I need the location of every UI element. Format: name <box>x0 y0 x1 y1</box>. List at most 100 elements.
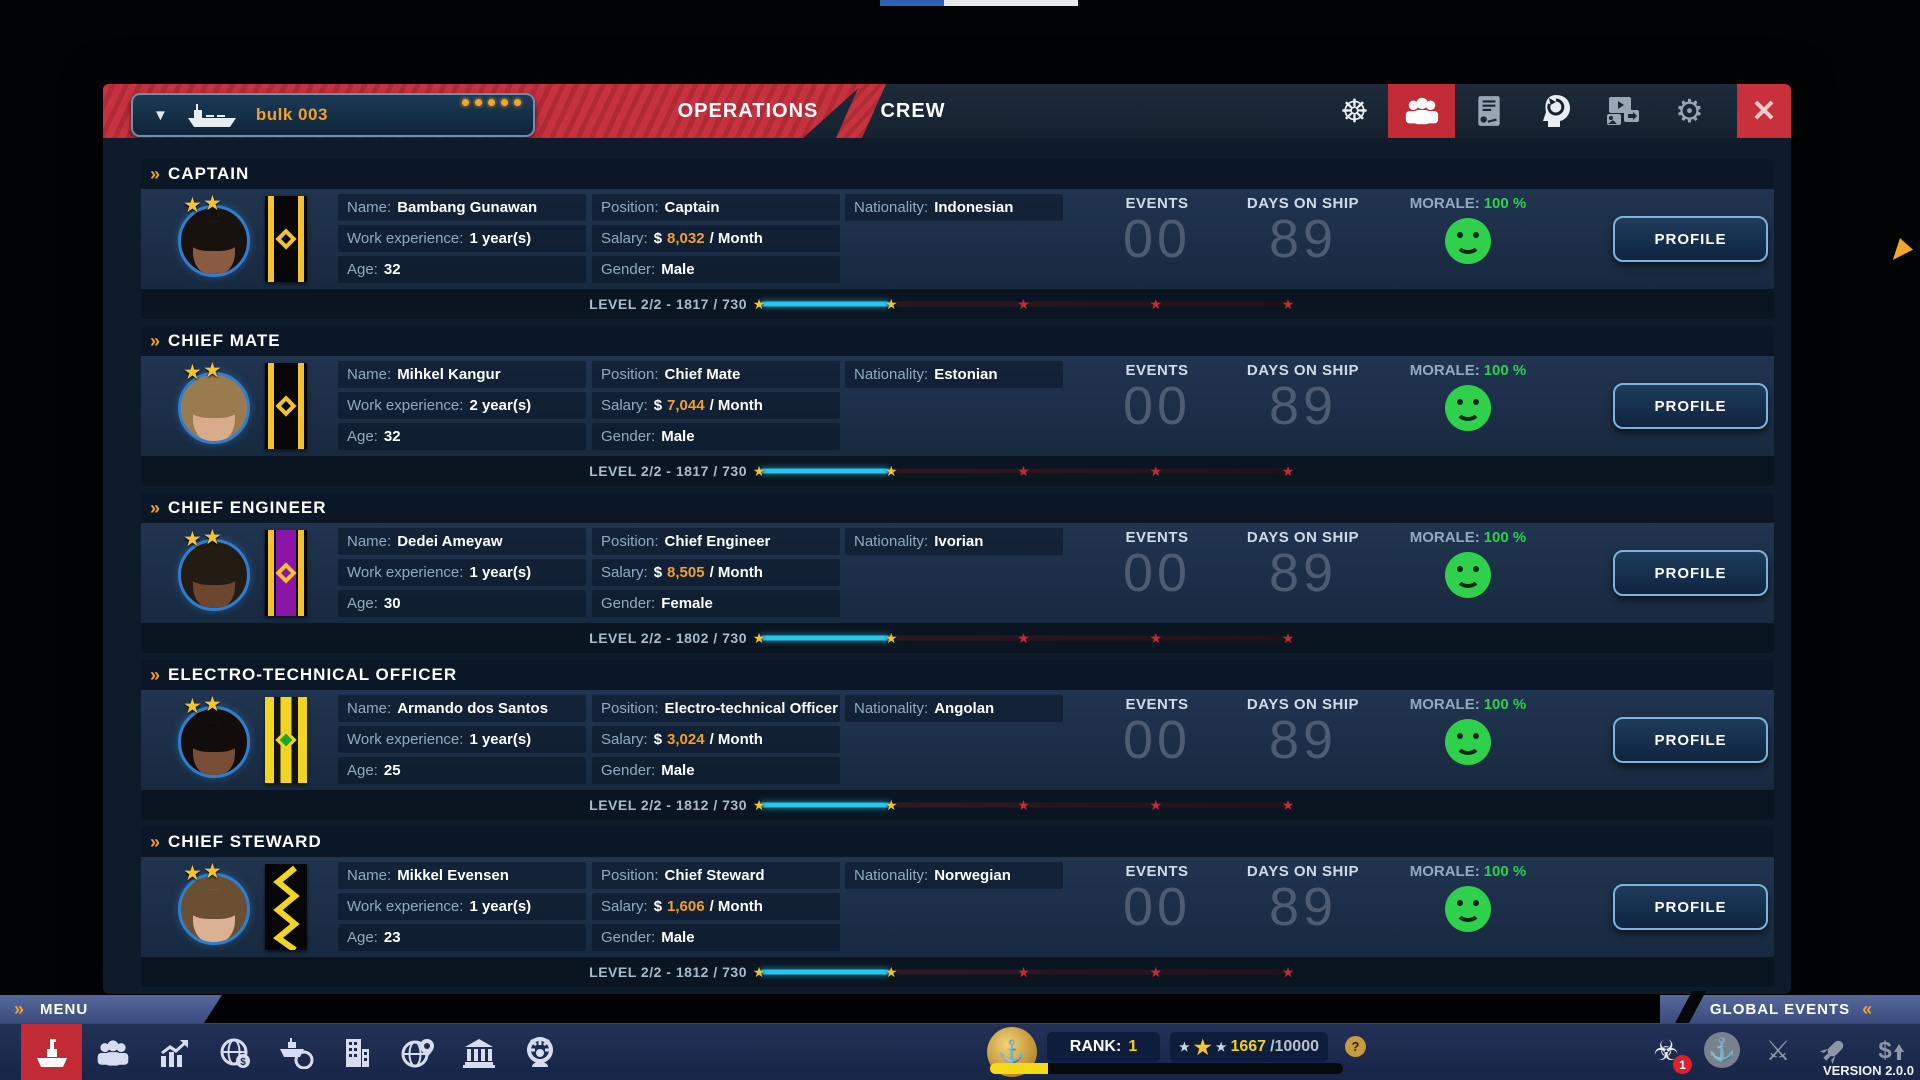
crew-position: Chief Engineer <box>665 533 771 550</box>
position-field: Position: Electro-technical Officer <box>592 695 840 722</box>
media-icon-glyph <box>1605 96 1641 126</box>
crew-age: 30 <box>384 595 401 612</box>
bottom-bar: » MENU GLOBAL EVENTS « $ <box>0 995 1920 1080</box>
morale-value: 100 % <box>1484 195 1527 212</box>
events-value: 00 <box>1087 880 1227 935</box>
map-icon[interactable] <box>387 1024 448 1080</box>
milestone-star-icon: ★ <box>1017 463 1030 477</box>
level-text: LEVEL 2/2 - 1812 / 730 <box>471 797 747 813</box>
milestone-star-icon: ★ <box>1149 964 1162 978</box>
milestone-star-icon: ★ <box>1282 797 1295 811</box>
anchor-icon[interactable]: ⚓ <box>1702 1030 1742 1070</box>
gender-field: Gender: Male <box>592 757 840 784</box>
pirates-icon[interactable]: ⚔ <box>1758 1030 1798 1070</box>
bottom-dock: $ ⚓ RANK: 1 ★★★ <box>0 1023 1920 1080</box>
xp-current: 1667 <box>1230 1038 1266 1056</box>
morale-smiley-icon <box>1445 218 1491 264</box>
nationality-field: Nationality: Angolan <box>845 695 1063 722</box>
level-progress-bar: ★ ★ ★ ★ ★ <box>759 636 1288 641</box>
morale-stat: MORALE:100 % <box>1388 362 1548 431</box>
officers-icon[interactable] <box>509 1024 570 1080</box>
menu-tab[interactable]: » MENU <box>0 995 222 1023</box>
chevron-down-icon: ▼ <box>153 107 168 124</box>
avatar: ★ ★ <box>171 698 261 784</box>
avatar: ★ ★ <box>171 531 261 617</box>
training-icon[interactable] <box>1522 84 1589 138</box>
milestone-star-icon: ★ <box>1017 964 1030 978</box>
crew-row: ★ ★ Name: Dedei Ameyaw Work experience: … <box>141 523 1774 623</box>
profile-button[interactable]: PROFILE <box>1613 216 1768 262</box>
hazard-icon[interactable]: ☣ 1 <box>1646 1030 1686 1070</box>
position-field: Position: Chief Mate <box>592 361 840 388</box>
crew-list: » CAPTAIN ★ ★ Name: Bambang Gunawan <box>141 159 1774 994</box>
milestone-star-icon: ★ <box>1282 630 1295 644</box>
crew-icon-glyph <box>1403 96 1441 126</box>
rank-insignia <box>265 864 307 950</box>
nationality-field: Nationality: Indonesian <box>845 194 1063 221</box>
contracts-icon[interactable] <box>1455 84 1522 138</box>
days-on-ship-value: 89 <box>1223 212 1383 267</box>
morale-smiley-icon <box>1445 719 1491 765</box>
double-chevron-icon: » <box>150 498 158 519</box>
profile-button[interactable]: PROFILE <box>1613 884 1768 930</box>
dock-menu-icons: $ <box>21 1024 570 1080</box>
media-icon[interactable] <box>1589 84 1656 138</box>
star-icon: ★ <box>1216 1040 1227 1054</box>
milestone-star-icon: ★ <box>1017 296 1030 310</box>
level-text: LEVEL 2/2 - 1812 / 730 <box>471 964 747 980</box>
position-field: Position: Captain <box>592 194 840 221</box>
buy-ship-icon[interactable] <box>265 1024 326 1080</box>
profile-button[interactable]: PROFILE <box>1613 550 1768 596</box>
crew-row: ★ ★ Name: Armando dos Santos Work experi… <box>141 690 1774 790</box>
position-field: Position: Chief Engineer <box>592 528 840 555</box>
crew-experience: 1 year(s) <box>469 898 531 915</box>
age-field: Age: 23 <box>338 924 586 951</box>
ship-selector[interactable]: ▼ bulk 003 <box>131 93 535 137</box>
stats-icon[interactable] <box>143 1024 204 1080</box>
age-field: Age: 32 <box>338 423 586 450</box>
profile-button[interactable]: PROFILE <box>1613 717 1768 763</box>
profile-button[interactable]: PROFILE <box>1613 383 1768 429</box>
tab-crew[interactable]: CREW <box>843 84 983 138</box>
days-on-ship-value: 89 <box>1223 880 1383 935</box>
avatar: ★ ★ <box>171 197 261 283</box>
svg-text:$: $ <box>240 1057 246 1068</box>
rank-pill: RANK: 1 <box>1047 1032 1160 1062</box>
milestone-star-icon: ★ <box>885 964 898 978</box>
close-icon[interactable]: ✕ <box>1737 84 1791 138</box>
experience-field: Work experience: 1 year(s) <box>338 559 586 586</box>
crew-position: Chief Mate <box>665 366 741 383</box>
nationality-field: Nationality: Ivorian <box>845 528 1063 555</box>
events-stat: EVENTS 00 <box>1087 362 1227 434</box>
bank-icon[interactable] <box>448 1024 509 1080</box>
morale-value: 100 % <box>1484 863 1527 880</box>
morale-stat: MORALE:100 % <box>1388 529 1548 598</box>
global-events-tab[interactable]: GLOBAL EVENTS « <box>1660 995 1920 1023</box>
level-text: LEVEL 2/2 - 1817 / 730 <box>471 296 747 312</box>
events-stat: EVENTS 00 <box>1087 696 1227 768</box>
crew-position: Electro-technical Officer <box>665 700 838 717</box>
double-chevron-icon: » <box>150 665 158 686</box>
helm-officer-icon[interactable]: ☸ <box>1321 84 1388 138</box>
milestone-star-icon: ★ <box>885 797 898 811</box>
crew-section: » CHIEF STEWARD ★ ★ Name: Mikkel Evensen <box>141 827 1774 987</box>
level-text: LEVEL 2/2 - 1802 / 730 <box>471 630 747 646</box>
milestone-star-icon: ★ <box>753 463 766 477</box>
crew-nationality: Estonian <box>934 366 997 383</box>
crew-icon[interactable] <box>82 1024 143 1080</box>
crew-gender: Male <box>661 929 694 946</box>
settings-icon[interactable]: ⚙ <box>1656 84 1723 138</box>
milestone-star-icon: ★ <box>753 630 766 644</box>
crew-level-footer: LEVEL 2/2 - 1812 / 730 ★ ★ ★ ★ ★ <box>141 790 1774 820</box>
fleet-icon[interactable] <box>21 1024 82 1080</box>
level-progress-bar: ★ ★ ★ ★ ★ <box>759 803 1288 808</box>
market-icon[interactable]: $ <box>204 1024 265 1080</box>
milestone-star-icon: ★ <box>1282 463 1295 477</box>
crew-section: » CAPTAIN ★ ★ Name: Bambang Gunawan <box>141 159 1774 319</box>
crew-experience: 2 year(s) <box>469 397 531 414</box>
crew-icon[interactable] <box>1388 84 1455 138</box>
tab-operations[interactable]: OPERATIONS <box>643 84 853 138</box>
office-icon[interactable] <box>326 1024 387 1080</box>
double-chevron-icon: » <box>150 164 158 185</box>
help-icon[interactable]: ? <box>1345 1036 1366 1057</box>
